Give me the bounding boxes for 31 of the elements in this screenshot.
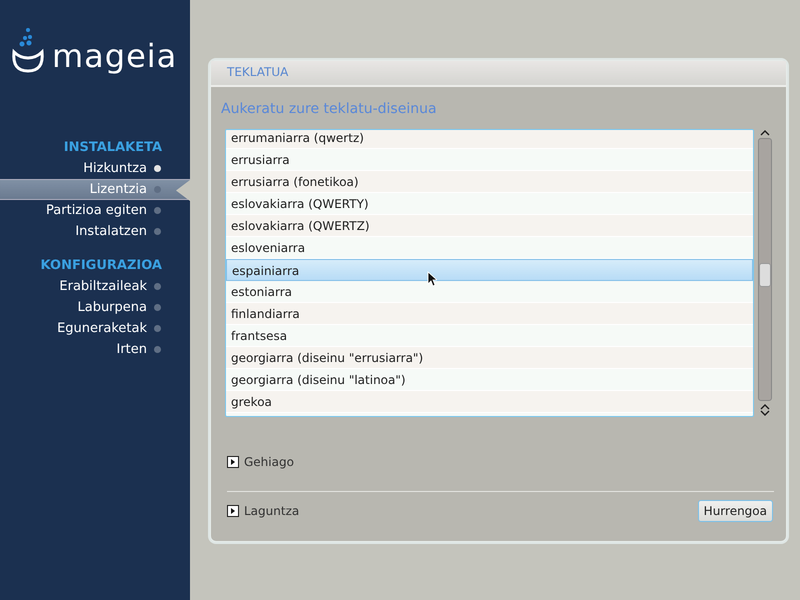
next-button[interactable]: Hurrengoa — [698, 500, 773, 522]
section-title: INSTALAKETA — [62, 139, 163, 157]
panel-heading: Aukeratu zure teklatu-diseinua — [220, 100, 438, 119]
scroll-up-icon[interactable] — [760, 403, 770, 410]
scroll-up-icon[interactable] — [760, 129, 770, 136]
step-label: Hizkuntza — [83, 161, 147, 176]
layout-item[interactable]: espainiarra — [226, 259, 753, 281]
layout-item[interactable]: errusiarra (fonetikoa) — [226, 171, 753, 193]
more-toggle[interactable]: Gehiago — [227, 455, 294, 469]
step-label: Partizioa egiten — [46, 203, 147, 218]
layout-item[interactable]: finlandiarra — [226, 303, 753, 325]
mouse-pointer-icon — [427, 271, 437, 287]
scrollbar-thumb[interactable] — [759, 263, 771, 287]
layout-item[interactable]: eslovakiarra (QWERTZ) — [226, 215, 753, 237]
layout-list[interactable] — [225, 129, 754, 417]
section-title: KONFIGURAZIOA — [40, 257, 163, 275]
step-label: Laburpena — [77, 300, 147, 315]
scroll-down-icon[interactable] — [760, 410, 770, 417]
step-label: Irten — [116, 342, 147, 357]
help-toggle[interactable]: Laguntza — [227, 504, 300, 518]
layout-item[interactable]: georgiarra (diseinu "errusiarra") — [226, 347, 753, 369]
step-label: Lizentzia — [90, 182, 147, 197]
scrollbar[interactable] — [757, 129, 773, 417]
logo-text: mageia — [52, 38, 178, 74]
step-label: Eguneraketak — [57, 321, 147, 336]
step-label: Instalatzen — [75, 224, 147, 239]
layout-item[interactable]: errumaniarra (qwertz) — [226, 130, 753, 149]
panel-title: TEKLATUA — [211, 61, 786, 87]
step-label: Erabiltzaileak — [59, 279, 147, 294]
pointer-icon — [176, 180, 190, 201]
layout-item[interactable]: grekoa — [226, 391, 753, 413]
